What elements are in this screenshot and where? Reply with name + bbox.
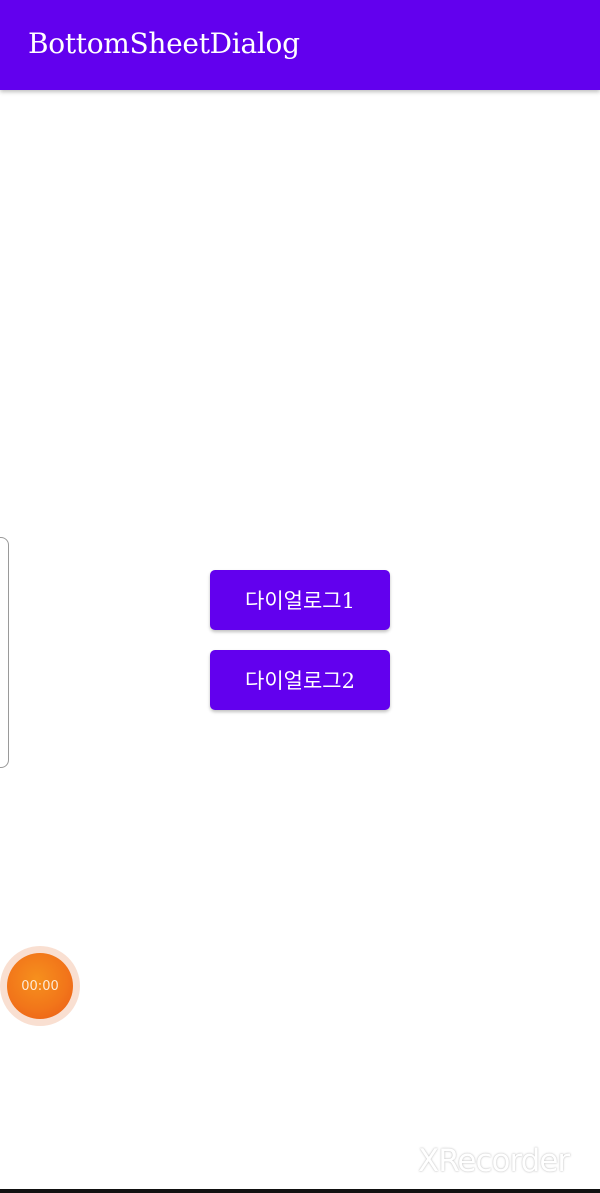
app-title: BottomSheetDialog — [28, 27, 300, 60]
dialog-2-button[interactable]: 다이얼로그2 — [210, 650, 390, 710]
recorder-timer: 00:00 — [7, 953, 73, 1019]
bottom-edge-divider — [0, 1189, 600, 1193]
side-edge-panel-handle[interactable] — [0, 537, 9, 768]
dialog-1-button[interactable]: 다이얼로그1 — [210, 570, 390, 630]
app-bar: BottomSheetDialog — [0, 0, 600, 90]
recorder-watermark: XRecorder — [418, 1143, 570, 1179]
recorder-bubble[interactable]: 00:00 — [0, 946, 80, 1026]
